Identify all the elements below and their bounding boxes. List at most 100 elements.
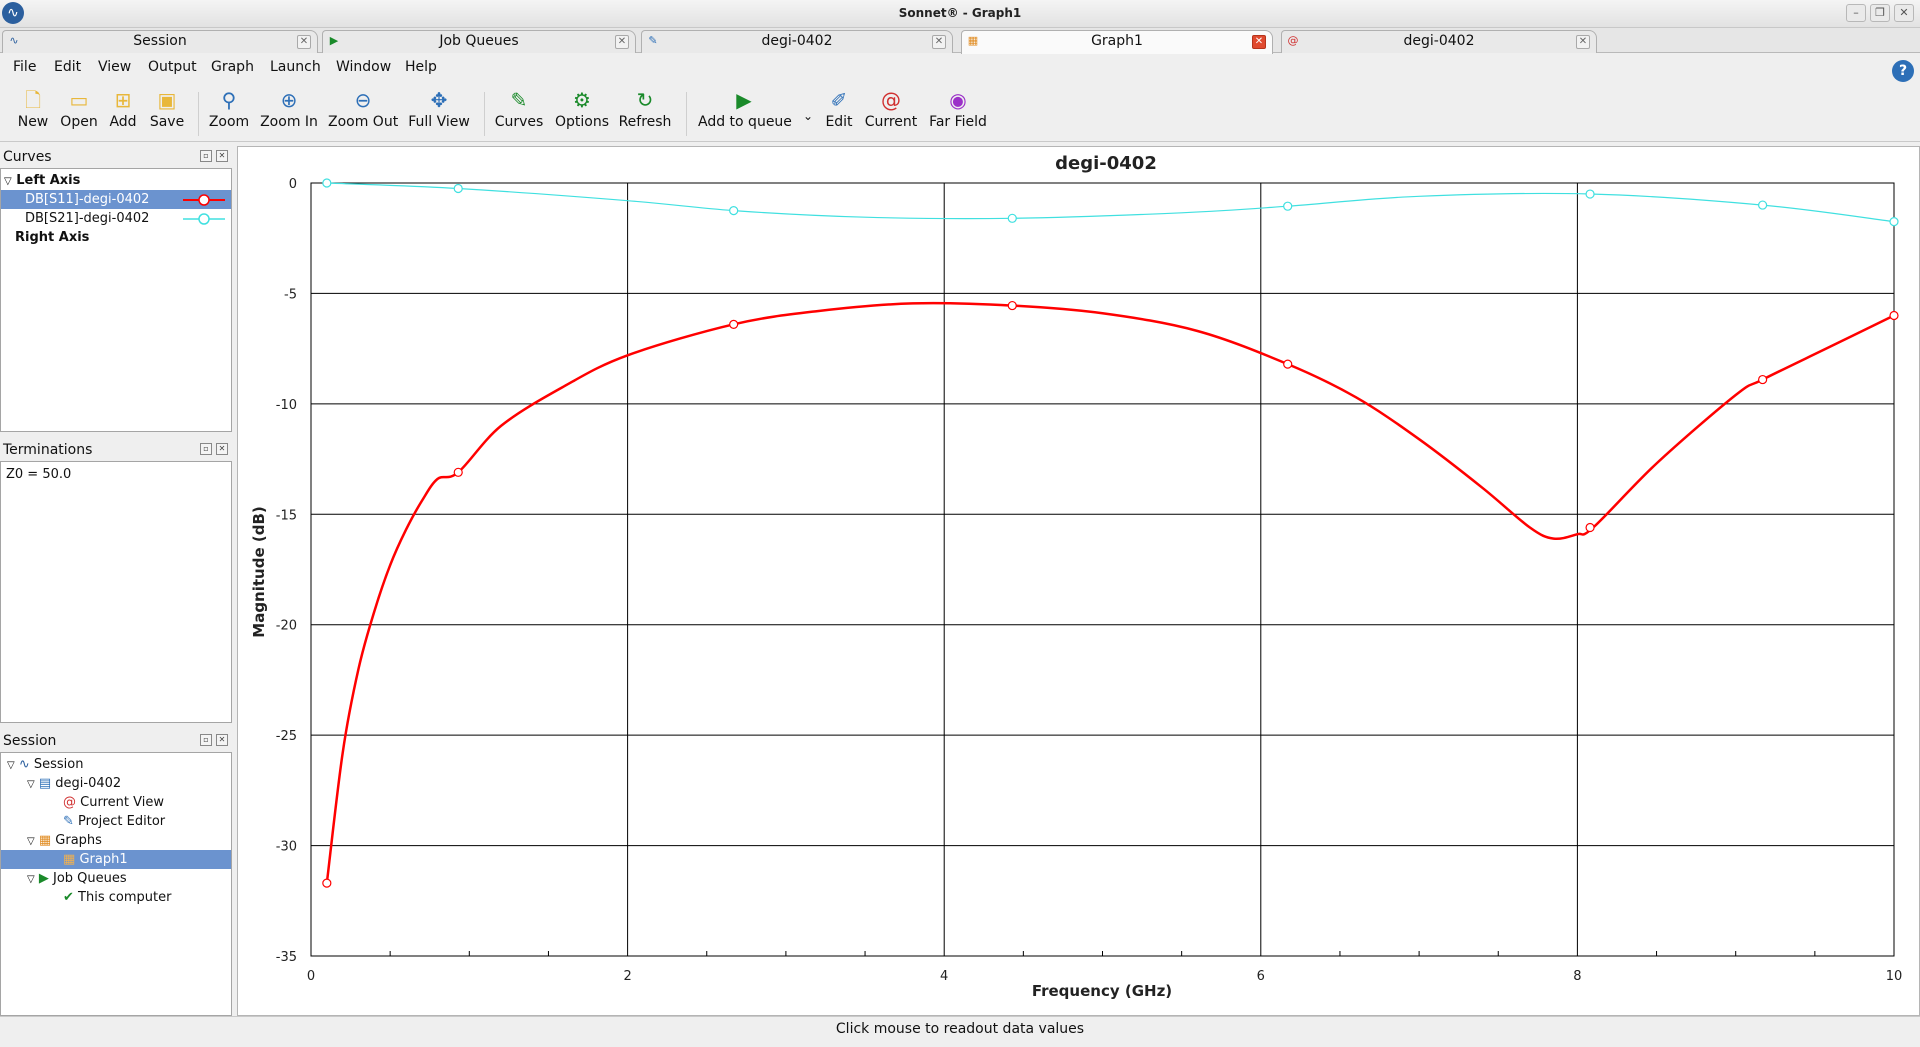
left-axis-node[interactable]: ▽ Left Axis xyxy=(1,171,231,190)
menu-window[interactable]: Window xyxy=(336,59,391,75)
full-view-arrows-icon: ✥ xyxy=(430,88,448,112)
zoom-label: Zoom xyxy=(208,114,250,130)
s-parameter-chart[interactable]: 0 2 4 6 8 10 0 -5 -10 -15 -20 -25 -30 -35 degi-0402 F… xyxy=(238,147,1919,1015)
close-panel-icon[interactable]: ✕ xyxy=(216,734,228,746)
tree-node-current-view[interactable]: @ Current View xyxy=(1,793,231,812)
tab-project-editor[interactable]: ✎ degi-0402 ✕ xyxy=(641,30,953,53)
curve-item-s11[interactable]: DB[S11]-degi-0402 xyxy=(1,190,231,209)
add-to-queue-button[interactable]: ▶ Add to queue xyxy=(698,88,792,140)
add-folder-icon: ⊞ xyxy=(114,88,132,112)
tree-node-project-editor[interactable]: ✎ Project Editor xyxy=(1,812,231,831)
close-tab-icon[interactable]: ✕ xyxy=(932,35,946,49)
zoom-button[interactable]: ⚲ Zoom xyxy=(206,88,252,140)
curves-panel: ▽ Left Axis DB[S11]-degi-0402 DB[S21]-de… xyxy=(0,168,232,432)
expand-triangle-icon[interactable]: ▽ xyxy=(27,874,35,885)
close-tab-icon[interactable]: ✕ xyxy=(615,35,629,49)
project-editor-icon: ✎ xyxy=(648,34,658,47)
close-tab-icon[interactable]: ✕ xyxy=(297,35,311,49)
new-button[interactable]: 🗋 New xyxy=(14,88,52,140)
options-button[interactable]: ⚙ Options xyxy=(552,88,612,140)
document-tabs: ∿ Session ✕ ▶ Job Queues ✕ ✎ degi-0402 ✕… xyxy=(0,28,1920,54)
tab-current-view[interactable]: @ degi-0402 ✕ xyxy=(1281,30,1597,53)
zoom-out-label: Zoom Out xyxy=(328,114,399,130)
save-button[interactable]: ▣ Save xyxy=(148,88,186,140)
menu-help[interactable]: Help xyxy=(405,59,437,75)
s11-marker xyxy=(453,467,463,477)
maximize-icon[interactable]: ❐ xyxy=(1870,4,1890,22)
tree-node-job-queues[interactable]: ▽ ▶ Job Queues xyxy=(1,869,231,888)
menu-launch[interactable]: Launch xyxy=(270,59,321,75)
tree-node-project[interactable]: ▽ ▤ degi-0402 xyxy=(1,774,231,793)
menu-file[interactable]: File xyxy=(13,59,36,75)
s11-legend-swatch xyxy=(183,194,225,206)
menu-edit[interactable]: Edit xyxy=(54,59,81,75)
current-spiral-icon: @ xyxy=(881,88,901,112)
float-panel-icon[interactable]: ▫ xyxy=(200,150,212,162)
add-label: Add xyxy=(109,114,137,130)
tree-node-graph1[interactable]: ▦ Graph1 xyxy=(1,850,231,869)
menu-graph[interactable]: Graph xyxy=(211,59,254,75)
tab-job-queues[interactable]: ▶ Job Queues ✕ xyxy=(322,30,636,53)
float-panel-icon[interactable]: ▫ xyxy=(200,443,212,455)
tab-session[interactable]: ∿ Session ✕ xyxy=(2,30,318,53)
close-panel-icon[interactable]: ✕ xyxy=(216,443,228,455)
toolbar-separator xyxy=(484,92,485,136)
window-controls: – ❐ ✕ xyxy=(1846,4,1914,22)
far-field-button[interactable]: ◉ Far Field xyxy=(926,88,990,140)
y-tick-label: -15 xyxy=(276,508,297,523)
right-axis-node[interactable]: Right Axis xyxy=(1,228,231,247)
help-icon[interactable]: ? xyxy=(1892,60,1914,82)
open-button[interactable]: ▭ Open xyxy=(58,88,100,140)
close-panel-icon[interactable]: ✕ xyxy=(216,150,228,162)
expand-triangle-icon[interactable]: ▽ xyxy=(27,836,35,847)
menu-view[interactable]: View xyxy=(98,59,131,75)
curve-markers xyxy=(322,178,1899,888)
refresh-icon: ↻ xyxy=(636,88,654,112)
curves-edit-icon: ✎ xyxy=(510,88,528,112)
menu-output[interactable]: Output xyxy=(148,59,197,75)
s11-marker xyxy=(1585,522,1595,533)
current-button[interactable]: @ Current xyxy=(864,88,918,140)
x-tick-label: 8 xyxy=(1573,969,1581,984)
options-label: Options xyxy=(554,114,610,130)
s11-curve xyxy=(325,301,1895,884)
open-folder-icon: ▭ xyxy=(69,88,89,112)
tree-node-session[interactable]: ▽ ∿ Session xyxy=(1,755,231,774)
expand-triangle-icon[interactable]: ▽ xyxy=(27,779,35,790)
open-label: Open xyxy=(60,114,98,130)
chart-title: degi-0402 xyxy=(1055,153,1157,174)
expand-triangle-icon[interactable]: ▽ xyxy=(4,176,12,187)
axis-ticks: 0 2 4 6 8 10 0 -5 -10 -15 -20 -25 -30 -35 xyxy=(276,177,1903,984)
graph-icon: ▦ xyxy=(967,34,979,47)
chevron-down-icon: ⌄ xyxy=(802,109,814,123)
float-panel-icon[interactable]: ▫ xyxy=(200,734,212,746)
refresh-label: Refresh xyxy=(618,114,672,130)
em-play-icon: ▶ xyxy=(736,88,752,112)
expand-triangle-icon[interactable]: ▽ xyxy=(7,760,15,771)
full-view-button[interactable]: ✥ Full View xyxy=(406,88,472,140)
curves-button[interactable]: ✎ Curves xyxy=(492,88,546,140)
tab-graph1[interactable]: ▦ Graph1 ✕ xyxy=(961,30,1273,54)
new-label: New xyxy=(17,114,49,130)
zoom-in-button[interactable]: ⊕ Zoom In xyxy=(260,88,318,140)
close-tab-icon[interactable]: ✕ xyxy=(1576,35,1590,49)
window-titlebar: ∿ Sonnet® - Graph1 – ❐ ✕ xyxy=(0,0,1920,28)
x-tick-label: 4 xyxy=(940,969,948,984)
graph-area[interactable]: 0 2 4 6 8 10 0 -5 -10 -15 -20 -25 -30 -35 degi-0402 F… xyxy=(237,146,1920,1016)
zoom-out-button[interactable]: ⊖ Zoom Out xyxy=(328,88,398,140)
curve-item-s21[interactable]: DB[S21]-degi-0402 xyxy=(1,209,231,228)
tab-label: Graph1 xyxy=(1091,33,1143,49)
close-tab-icon[interactable]: ✕ xyxy=(1252,35,1266,49)
minimize-icon[interactable]: – xyxy=(1846,4,1866,22)
add-button[interactable]: ⊞ Add xyxy=(106,88,140,140)
session-panel-header: Session ▫ ✕ xyxy=(0,731,232,751)
edit-button[interactable]: ✐ Edit xyxy=(822,88,856,140)
tree-node-this-computer[interactable]: ✔ This computer xyxy=(1,888,231,907)
tree-node-graphs[interactable]: ▽ ▦ Graphs xyxy=(1,831,231,850)
s21-marker xyxy=(729,206,739,216)
tab-label: Job Queues xyxy=(439,33,519,49)
close-window-icon[interactable]: ✕ xyxy=(1894,4,1914,22)
refresh-button[interactable]: ↻ Refresh xyxy=(616,88,674,140)
new-file-icon: 🗋 xyxy=(24,88,42,112)
termination-value: Z0 = 50.0 xyxy=(6,467,72,482)
